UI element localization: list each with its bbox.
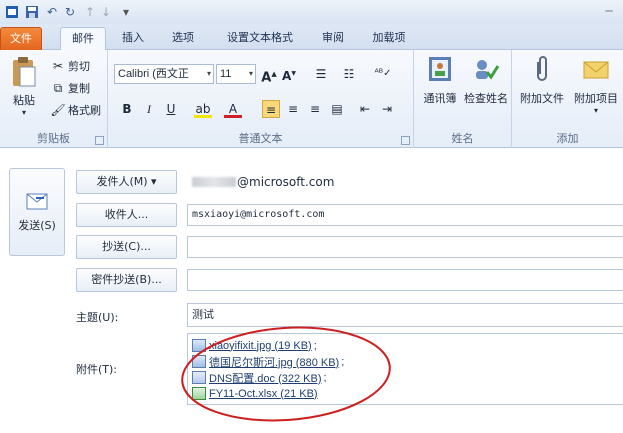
attach-file-button[interactable]: 附加文件 <box>516 54 568 106</box>
envelope-icon <box>583 61 609 79</box>
chevron-down-icon: ▾ <box>248 69 253 78</box>
paperclip-icon <box>537 56 547 81</box>
tab-insert[interactable]: 插入 <box>112 27 154 50</box>
format-painter-label: 格式刷 <box>68 104 101 117</box>
basic-text-group: Calibri (西文正 ▾ 11 ▾ A▲ A▼ ☰ ☷ ᴬᴮ✓ B I U ab… <box>108 50 414 148</box>
tab-options[interactable]: 选项 <box>162 27 204 50</box>
from-button[interactable]: 发件人(M) ▾ <box>76 170 177 194</box>
font-size-value: 11 <box>220 68 232 80</box>
cc-button[interactable]: 抄送(C)... <box>76 235 177 259</box>
font-name-value: Calibri (西文正 <box>118 68 189 80</box>
send-label: 发送(S) <box>18 219 56 232</box>
dialog-launcher-icon[interactable] <box>401 136 410 145</box>
grow-font-icon[interactable]: A▲ <box>260 65 278 85</box>
to-button[interactable]: 收件人... <box>76 203 177 227</box>
bold-icon[interactable]: B <box>118 100 136 118</box>
ribbon-tabs: 文件 邮件 插入 选项 设置文本格式 审阅 加载项 <box>0 24 623 51</box>
underline-icon[interactable]: U <box>162 100 180 118</box>
send-icon <box>26 193 48 210</box>
paste-icon <box>13 57 36 87</box>
quick-access-toolbar: ↶ ↻ ↑ ↓ ▾ ─ <box>0 0 623 24</box>
subject-label: 主题(U): <box>76 311 119 324</box>
font-color-icon[interactable]: A <box>224 100 242 118</box>
from-value: @microsoft.com <box>237 175 335 189</box>
undo-icon[interactable]: ↶ <box>44 4 60 20</box>
paste-label: 粘贴 <box>13 94 35 107</box>
italic-icon[interactable]: I <box>140 100 158 118</box>
attach-file-label: 附加文件 <box>520 92 564 105</box>
font-size-combo[interactable]: 11 ▾ <box>216 64 256 84</box>
from-field: @microsoft.com <box>192 175 334 189</box>
paste-dropdown-icon[interactable]: ▾ <box>22 108 26 117</box>
highlight-icon[interactable]: ab <box>194 100 212 118</box>
paintbrush-icon: 🖌 <box>50 103 66 117</box>
include-group: 附加文件 附加项目 ▾ 添加 <box>512 50 623 148</box>
clipboard-group-label: 剪贴板 <box>37 132 70 145</box>
highlight-annotation <box>181 326 391 422</box>
scissors-icon: ✂ <box>52 59 64 73</box>
outlook-app-icon[interactable] <box>4 4 20 20</box>
format-painter-button[interactable]: 🖌 格式刷 <box>50 102 101 118</box>
attach-item-label: 附加项目 <box>574 92 618 105</box>
send-button[interactable]: 发送(S) <box>9 168 65 256</box>
names-group-label: 姓名 <box>451 132 474 145</box>
minimize-icon[interactable]: ─ <box>599 2 619 20</box>
address-book-label: 通讯簿 <box>423 92 457 105</box>
numbered-list-icon[interactable]: ☷ <box>340 65 358 83</box>
address-book-button[interactable]: 通讯簿 <box>418 54 462 106</box>
include-group-label: 添加 <box>556 132 579 145</box>
ribbon: 粘贴 ▾ ✂ 剪切 ⧉ 复制 🖌 格式刷 剪贴板 Calibri (西文正 ▾ 11 ▾ … <box>0 50 623 148</box>
tab-review[interactable]: 审阅 <box>312 27 354 50</box>
attachments-label: 附件(T): <box>76 363 118 376</box>
redacted-username <box>192 177 236 187</box>
bcc-button[interactable]: 密件抄送(B)... <box>76 268 177 292</box>
tab-addins[interactable]: 加载项 <box>362 27 416 50</box>
spellcheck-icon[interactable]: ᴬᴮ✓ <box>374 65 392 83</box>
clipboard-group: 粘贴 ▾ ✂ 剪切 ⧉ 复制 🖌 格式刷 剪贴板 <box>0 50 108 148</box>
align-right-icon[interactable]: ≡ <box>306 100 324 118</box>
tab-mail[interactable]: 邮件 <box>60 27 106 51</box>
dialog-launcher-icon[interactable] <box>95 136 104 145</box>
window-controls: ─ <box>599 2 619 20</box>
names-group: 通讯簿 检查姓名 姓名 <box>414 50 512 148</box>
tab-file[interactable]: 文件 <box>0 27 42 50</box>
save-icon[interactable] <box>24 4 40 20</box>
align-center-icon[interactable]: ≡ <box>284 100 302 118</box>
tab-format-text[interactable]: 设置文本格式 <box>216 27 304 50</box>
increase-indent-icon[interactable]: ⇥ <box>378 100 396 118</box>
cc-input[interactable] <box>187 236 623 258</box>
compose-header: 发送(S) 发件人(M) ▾ @microsoft.com 收件人... msx… <box>0 148 623 433</box>
cut-label: 剪切 <box>68 60 90 73</box>
attach-item-dropdown-icon[interactable]: ▾ <box>594 106 598 115</box>
bcc-input[interactable] <box>187 269 623 291</box>
font-name-combo[interactable]: Calibri (西文正 ▾ <box>114 64 214 84</box>
basic-text-group-label: 普通文本 <box>238 132 283 145</box>
decrease-indent-icon[interactable]: ⇤ <box>356 100 374 118</box>
copy-icon: ⧉ <box>53 80 63 95</box>
redo-icon[interactable]: ↻ <box>62 4 78 20</box>
copy-button[interactable]: ⧉ 复制 <box>50 80 90 96</box>
address-book-icon <box>429 57 451 81</box>
chevron-down-icon: ▾ <box>206 69 211 78</box>
justify-icon[interactable]: ▤ <box>328 100 346 118</box>
align-left-icon[interactable]: ≡ <box>262 100 280 118</box>
check-names-button[interactable]: 检查姓名 <box>462 54 510 106</box>
cut-button[interactable]: ✂ 剪切 <box>50 58 90 74</box>
up-arrow-icon[interactable]: ↑ <box>82 4 98 20</box>
check-names-icon <box>476 60 500 80</box>
copy-label: 复制 <box>68 82 90 95</box>
to-input[interactable]: msxiaoyi@microsoft.com <box>187 204 623 226</box>
shrink-font-icon[interactable]: A▼ <box>280 65 298 83</box>
bullet-list-icon[interactable]: ☰ <box>312 65 330 83</box>
paste-button[interactable]: 粘贴 ▾ <box>6 56 42 120</box>
customize-icon[interactable]: ▾ <box>118 4 134 20</box>
down-arrow-icon[interactable]: ↓ <box>98 4 114 20</box>
check-names-label: 检查姓名 <box>464 92 508 105</box>
attach-item-button[interactable]: 附加项目 ▾ <box>570 54 622 115</box>
